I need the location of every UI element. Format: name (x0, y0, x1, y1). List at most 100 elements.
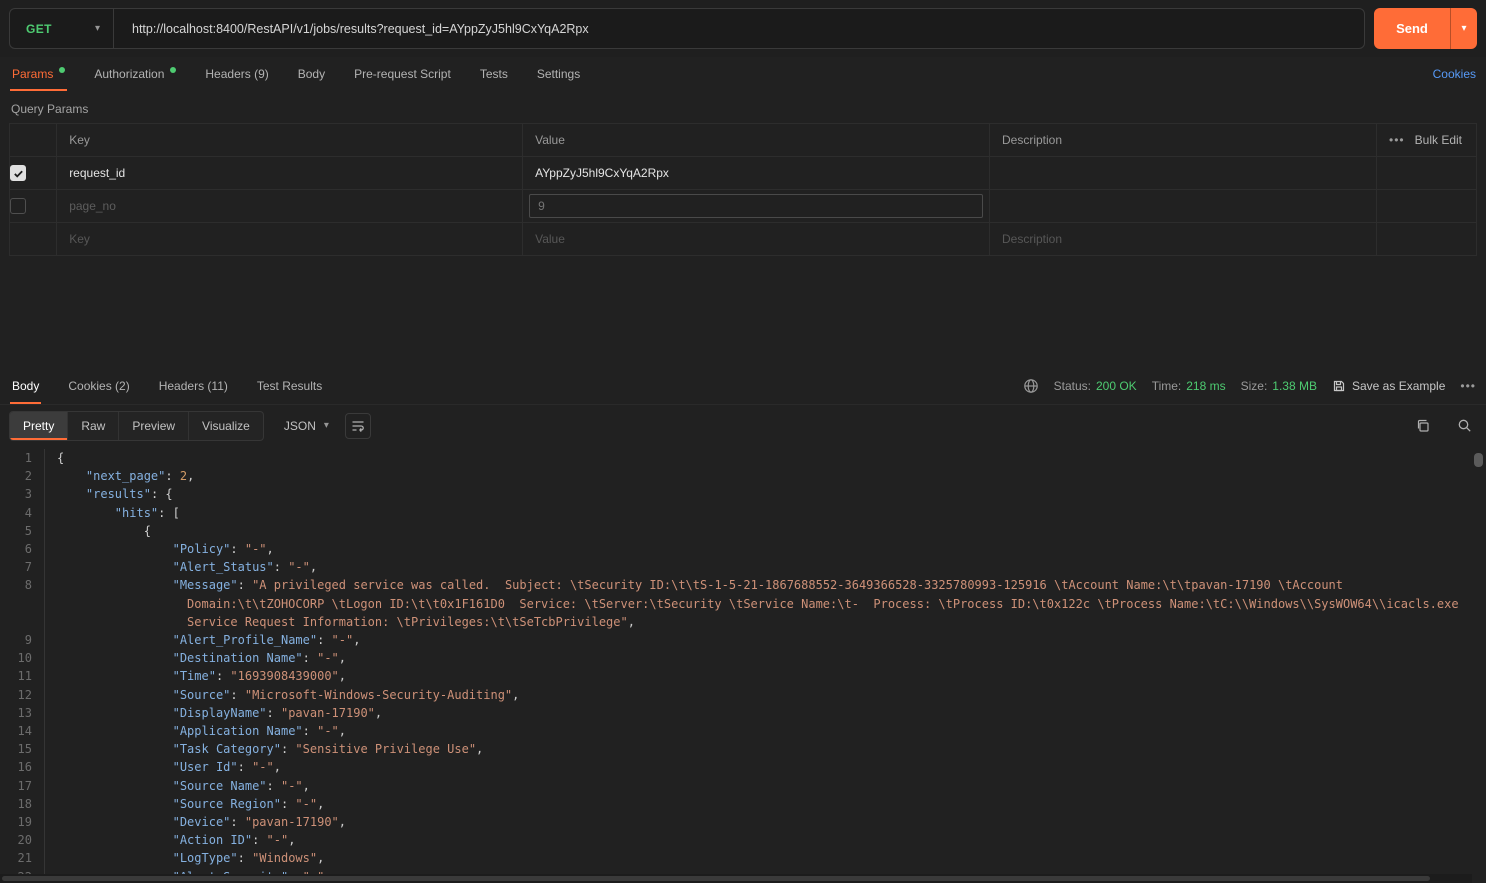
response-header: Body Cookies (2) Headers (11) Test Resul… (0, 367, 1486, 405)
send-options-button[interactable]: ▾ (1450, 8, 1477, 49)
tab-headers[interactable]: Headers (9) (203, 57, 270, 91)
code-line: "Time": "1693908439000", (44, 667, 1486, 685)
code-line-row: 9 "Alert_Profile_Name": "-", (0, 631, 1486, 649)
code-line-row: 11 "Time": "1693908439000", (0, 667, 1486, 685)
format-select[interactable]: JSON ▾ (284, 419, 329, 433)
response-tab-headers[interactable]: Headers (11) (157, 367, 230, 404)
response-meta: Status: 200 OK Time: 218 ms Size: 1.38 M… (1023, 367, 1476, 404)
tab-tests[interactable]: Tests (478, 57, 510, 91)
method-select[interactable]: GET ▾ (10, 9, 114, 48)
code-line: "Alert_Profile_Name": "-", (44, 631, 1486, 649)
tab-label: Body (12, 379, 39, 393)
param-key-placeholder[interactable]: Key (57, 223, 523, 256)
code-line: "DisplayName": "pavan-17190", (44, 704, 1486, 722)
line-number: 5 (0, 522, 44, 540)
search-button[interactable] (1451, 413, 1477, 439)
network-globe-icon[interactable] (1023, 378, 1039, 394)
chevron-down-icon: ▾ (324, 421, 329, 431)
response-tab-cookies[interactable]: Cookies (2) (66, 367, 131, 404)
bulk-edit-button[interactable]: Bulk Edit (1415, 133, 1462, 147)
status-badge: Status: 200 OK (1054, 379, 1137, 393)
wrap-text-button[interactable] (345, 413, 371, 439)
tab-params[interactable]: Params (10, 57, 67, 91)
param-key-cell[interactable]: page_no (57, 190, 523, 223)
chevron-down-icon: ▾ (95, 24, 100, 34)
code-line: "Alert_Status": "-", (44, 558, 1486, 576)
view-raw-button[interactable]: Raw (68, 412, 119, 440)
method-label: GET (26, 22, 52, 36)
response-tab-test-results[interactable]: Test Results (255, 367, 324, 404)
size-value: 1.38 MB (1272, 379, 1317, 393)
tab-label: Test Results (257, 379, 322, 393)
code-line: "User Id": "-", (44, 758, 1486, 776)
line-number: 11 (0, 667, 44, 685)
params-header-row: Key Value Description ••• Bulk Edit (10, 124, 1477, 157)
check-icon (13, 168, 24, 179)
tab-label: Body (298, 67, 325, 81)
code-line: "Destination Name": "-", (44, 649, 1486, 667)
code-line: "Source Name": "-", (44, 777, 1486, 795)
view-pretty-button[interactable]: Pretty (10, 412, 68, 440)
url-container: GET ▾ (9, 8, 1365, 49)
code-line: "results": { (44, 485, 1486, 503)
param-description-cell[interactable] (989, 157, 1376, 190)
search-icon (1457, 418, 1472, 433)
param-actions-cell (1376, 157, 1476, 190)
save-as-example-label: Save as Example (1352, 379, 1445, 393)
code-line: { (44, 449, 1486, 467)
code-line: "Message": "A privileged service was cal… (44, 576, 1486, 631)
more-options-icon[interactable]: ••• (1460, 379, 1476, 393)
api-client-app: GET ▾ Send ▾ Params Authorization Header… (0, 0, 1486, 883)
code-line-row: 4 "hits": [ (0, 504, 1486, 522)
param-value-cell[interactable]: AYppZyJ5hl9CxYqA2Rpx (523, 157, 990, 190)
code-line-row: 6 "Policy": "-", (0, 540, 1486, 558)
send-button[interactable]: Send (1374, 8, 1450, 49)
line-number: 20 (0, 831, 44, 849)
response-toolbar: Pretty Raw Preview Visualize JSON ▾ (0, 405, 1486, 446)
param-checkbox[interactable] (10, 198, 26, 214)
tab-label: Params (12, 67, 53, 81)
code-line-row: 14 "Application Name": "-", (0, 722, 1486, 740)
tab-authorization[interactable]: Authorization (92, 57, 178, 91)
tab-body[interactable]: Body (296, 57, 327, 91)
param-checkbox[interactable] (10, 165, 26, 181)
select-column-header (10, 124, 57, 157)
tab-settings[interactable]: Settings (535, 57, 582, 91)
code-line: "Source": "Microsoft-Windows-Security-Au… (44, 686, 1486, 704)
cookies-link[interactable]: Cookies (1433, 57, 1476, 91)
param-row: request_id AYppZyJ5hl9CxYqA2Rpx (10, 157, 1477, 190)
url-input[interactable] (114, 9, 1364, 48)
param-description-cell[interactable] (989, 190, 1376, 223)
param-key-cell[interactable]: request_id (57, 157, 523, 190)
line-number: 21 (0, 849, 44, 867)
view-visualize-button[interactable]: Visualize (189, 412, 263, 440)
param-value-placeholder[interactable]: Value (523, 223, 990, 256)
code-line-row: 2 "next_page": 2, (0, 467, 1486, 485)
copy-button[interactable] (1409, 413, 1435, 439)
code-line-row: 21 "LogType": "Windows", (0, 849, 1486, 867)
query-params-title: Query Params (0, 91, 1486, 123)
param-actions-cell (1376, 190, 1476, 223)
code-line: { (44, 522, 1486, 540)
wrap-text-icon (351, 419, 365, 433)
line-number: 13 (0, 704, 44, 722)
line-number: 4 (0, 504, 44, 522)
response-tab-body[interactable]: Body (10, 367, 41, 404)
code-line-row: 16 "User Id": "-", (0, 758, 1486, 776)
tab-label: Cookies (2) (68, 379, 129, 393)
save-as-example-button[interactable]: Save as Example (1332, 379, 1445, 393)
more-options-icon[interactable]: ••• (1389, 133, 1405, 147)
param-value-cell[interactable]: 9 (523, 190, 990, 223)
param-value-input[interactable]: 9 (529, 194, 983, 218)
code-line: "Source Region": "-", (44, 795, 1486, 813)
view-preview-button[interactable]: Preview (119, 412, 189, 440)
vertical-scrollbar[interactable] (1474, 453, 1483, 467)
horizontal-scrollbar[interactable] (2, 876, 1430, 881)
tab-pre-request-script[interactable]: Pre-request Script (352, 57, 453, 91)
line-number: 1 (0, 449, 44, 467)
line-number: 3 (0, 485, 44, 503)
key-column-header: Key (57, 124, 523, 157)
param-description-placeholder[interactable]: Description (989, 223, 1376, 256)
status-value: 200 OK (1096, 379, 1137, 393)
code-line: "Application Name": "-", (44, 722, 1486, 740)
